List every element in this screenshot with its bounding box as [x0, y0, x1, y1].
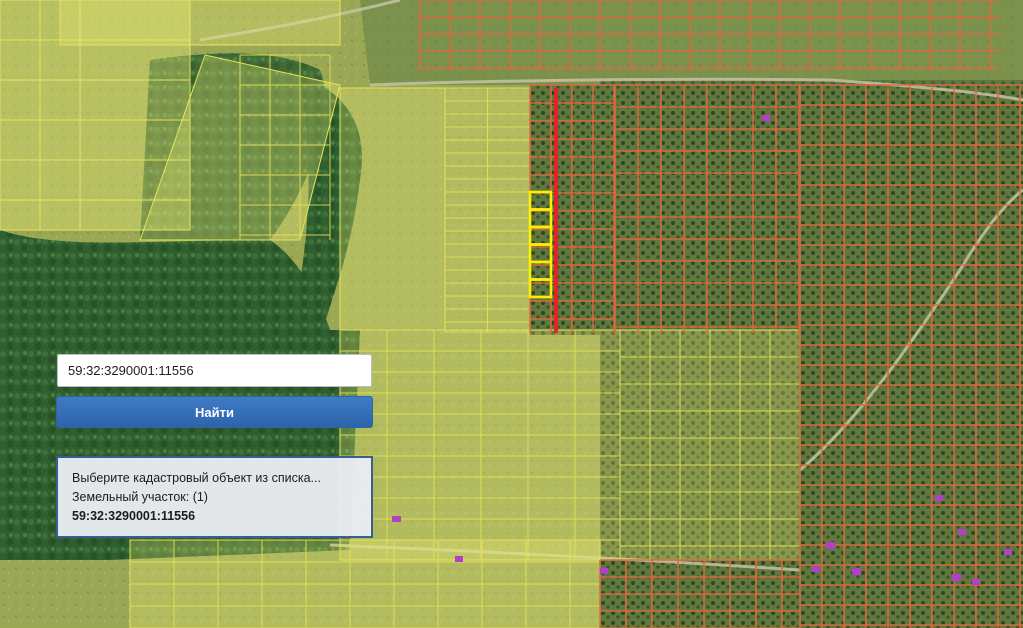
- results-prompt: Выберите кадастровый объект из списка...: [72, 471, 321, 485]
- results-category: Земельный участок: (1): [72, 490, 208, 504]
- building-marker-icon: [972, 579, 980, 585]
- cadastral-search-input[interactable]: [57, 354, 372, 387]
- building-marker-icon: [952, 574, 961, 581]
- building-marker-icon: [1004, 549, 1012, 555]
- search-results-panel: Выберите кадастровый объект из списка...…: [56, 456, 373, 538]
- result-item[interactable]: 59:32:3290001:11556: [72, 507, 357, 526]
- building-marker-icon: [762, 115, 770, 121]
- building-marker-icon: [812, 566, 820, 572]
- building-marker-icon: [958, 529, 966, 535]
- building-marker-icon: [455, 556, 463, 562]
- find-button[interactable]: Найти: [56, 396, 373, 428]
- building-marker-icon: [852, 568, 861, 575]
- building-marker-icon: [935, 495, 943, 501]
- building-marker-icon: [600, 568, 608, 574]
- building-marker-icon: [392, 516, 401, 522]
- building-marker-icon: [826, 542, 835, 549]
